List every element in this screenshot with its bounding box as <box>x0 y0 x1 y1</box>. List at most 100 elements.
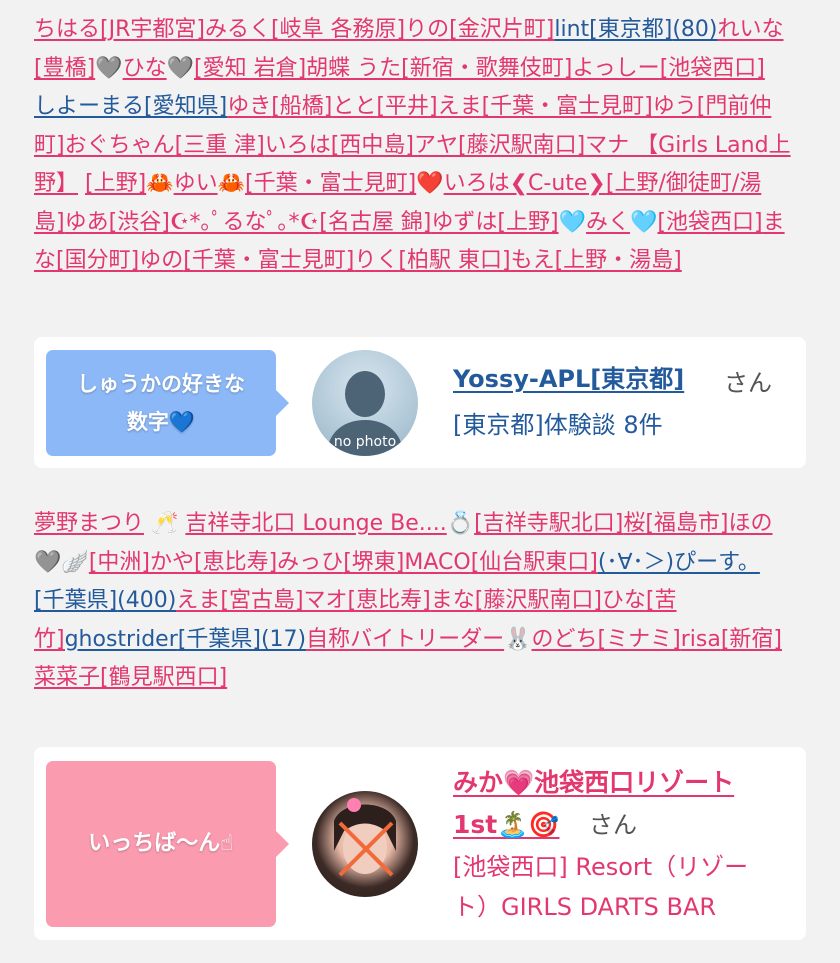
cast-name-link[interactable]: マオ <box>304 588 348 613</box>
cast-name-link[interactable]: MACO <box>404 550 470 575</box>
cast-name-link[interactable]: とと <box>332 94 376 119</box>
area-link[interactable]: [愛知 岩倉] <box>194 56 306 81</box>
review-card-2[interactable]: いっちば〜ん☝ みか💗池袋西口リゾート 1st🏝️🎯 さん [池袋西口] Res… <box>34 747 806 940</box>
cast-name-link[interactable]: 夢野まつり <box>34 511 144 536</box>
cast-name-link[interactable]: ひな <box>602 588 646 613</box>
cast-name-link[interactable]: れいな <box>717 17 783 42</box>
user-name-link[interactable]: (･∀･＞)ぴーす。 <box>598 550 760 575</box>
area-link[interactable]: [千葉・富士見町] <box>183 248 354 273</box>
user-name-link[interactable]: しよーまる <box>34 94 144 119</box>
cast-name-link[interactable]: みっひ <box>277 550 343 575</box>
area-link[interactable]: [福島市] <box>645 511 728 536</box>
area-link[interactable]: [愛知県] <box>144 94 227 119</box>
shop-name-link[interactable]: 吉祥寺北口 Lounge Be.... <box>185 511 446 536</box>
area-link[interactable]: [千葉県] <box>34 588 117 613</box>
area-link[interactable]: [三重 津] <box>175 133 265 158</box>
area-link[interactable]: [西中島] <box>331 133 414 158</box>
cast-name-link[interactable]: ゆあ <box>65 210 109 235</box>
cast-name-line-1[interactable]: みか💗池袋西口リゾート <box>453 768 734 797</box>
area-link[interactable]: [仙台駅東口] <box>471 550 598 575</box>
cast-name-link[interactable]: えま <box>438 94 482 119</box>
area-link[interactable]: [千葉・富士見町] <box>482 94 653 119</box>
area-link[interactable]: [船橋] <box>271 94 332 119</box>
cast-name-link[interactable]: アヤ <box>414 133 458 158</box>
cast-name-link[interactable]: のどち <box>532 627 598 652</box>
review-count-link[interactable]: (80) <box>672 17 717 42</box>
area-link[interactable]: [池袋西口] <box>657 210 762 235</box>
area-link[interactable]: [JR宇都宮] <box>100 17 205 42</box>
shop-desc-line-1[interactable]: [池袋西口] Resort（リゾー <box>453 853 748 881</box>
cast-name-link[interactable]: いろは❮C-ute❯ <box>444 171 606 196</box>
reviewer-name[interactable]: Yossy-APL[東京都] <box>453 365 684 393</box>
cast-name-link[interactable]: まな <box>431 588 475 613</box>
cast-name-link[interactable]: ほの <box>729 511 773 536</box>
cast-name-link[interactable]: ちはる <box>34 17 100 42</box>
area-link[interactable]: [恵比寿] <box>348 588 431 613</box>
area-link[interactable]: [渋谷] <box>109 210 170 235</box>
avatar-no-photo[interactable]: no photo <box>312 350 418 456</box>
area-link[interactable]: [平井] <box>376 94 437 119</box>
area-link[interactable]: [上野・湯島] <box>555 248 682 273</box>
area-link[interactable]: [藤沢駅南口] <box>475 588 602 613</box>
area-link[interactable]: [鶴見駅西口] <box>100 665 227 690</box>
cast-name-link[interactable]: えま <box>176 588 220 613</box>
area-link[interactable]: [堺東] <box>343 550 404 575</box>
user-name-link[interactable]: lint <box>554 17 589 42</box>
review-card-1[interactable]: しゅうかの好きな 数字💙 no photo Yossy-APL[東京都] さん … <box>34 337 806 468</box>
user-name-link[interactable]: ghostrider <box>65 627 178 652</box>
cast-name-link[interactable]: よっしー <box>572 56 659 81</box>
cast-name-link[interactable]: ひな <box>123 56 167 81</box>
area-link[interactable]: 島] <box>34 210 65 235</box>
area-link[interactable]: [柏駅 東口] <box>398 248 510 273</box>
cast-name-line-2[interactable]: 1st🏝️🎯 <box>453 810 559 839</box>
area-link[interactable]: [岐阜 各務原] <box>271 17 405 42</box>
cast-name-link[interactable]: りく <box>354 248 398 273</box>
area-link[interactable]: [新宿] <box>721 627 782 652</box>
cast-name-link[interactable]: 野】 <box>34 171 78 196</box>
area-link[interactable]: 町] <box>34 133 65 158</box>
area-link[interactable]: [ミナミ] <box>598 627 681 652</box>
area-link[interactable]: [千葉・富士見町] <box>245 171 416 196</box>
area-link[interactable]: 竹] <box>34 627 65 652</box>
area-link[interactable]: [上野/御徒町/湯 <box>606 171 761 196</box>
area-link[interactable]: [名古屋 錦] <box>319 210 431 235</box>
cast-name-link[interactable]: ま <box>763 210 785 235</box>
review-count-link[interactable]: (17) <box>261 627 306 652</box>
reviewer-desc[interactable]: [東京都]体験談 8件 <box>453 405 663 445</box>
cast-name-link[interactable]: な <box>34 248 56 273</box>
cast-name-link[interactable]: もえ <box>511 248 555 273</box>
area-link[interactable]: [上野] <box>85 171 146 196</box>
area-link[interactable]: [吉祥寺駅北口] <box>474 511 623 536</box>
area-link[interactable]: [門前仲 <box>697 94 772 119</box>
cast-name-link[interactable]: 自称バイトリーダー <box>306 627 504 652</box>
cast-name-link[interactable]: 桜 <box>623 511 645 536</box>
area-link[interactable]: [中洲] <box>89 550 150 575</box>
area-link[interactable]: [千葉県] <box>178 627 261 652</box>
avatar-cast-photo[interactable] <box>312 791 418 897</box>
cast-name-link[interactable]: ゆい <box>174 171 218 196</box>
cast-name-link[interactable]: いろは <box>265 133 331 158</box>
reviewer-name-link[interactable]: Yossy-APL[東京都] <box>453 359 684 394</box>
shop-desc-line-2[interactable]: ト）GIRLS DARTS BAR <box>453 893 716 921</box>
area-link[interactable]: [豊橋] <box>34 56 95 81</box>
cast-name-link[interactable]: おぐちゃん <box>65 133 175 158</box>
cast-name-link[interactable]: かや <box>150 550 194 575</box>
cast-name-link[interactable]: ゆずは <box>431 210 497 235</box>
cast-name-link[interactable]: ゆう <box>653 94 697 119</box>
cast-name-link[interactable]: 菜菜子 <box>34 665 100 690</box>
cast-name-link[interactable]: マナ 【Girls Land上 <box>585 133 790 158</box>
shop-desc[interactable]: [池袋西口] Resort（リゾー ト）GIRLS DARTS BAR <box>453 847 748 927</box>
area-link[interactable]: [金沢片町] <box>449 17 554 42</box>
area-link[interactable]: [上野] <box>497 210 558 235</box>
cast-name-link[interactable]: 胡蝶 うた <box>306 56 401 81</box>
cast-name-link[interactable]: ☪︎*｡ﾟるなﾟ｡*☪︎ <box>170 210 319 235</box>
cast-name-link[interactable]: risa <box>681 627 721 652</box>
cast-name-link[interactable]: ゆき <box>227 94 271 119</box>
cast-name-link[interactable]: ゆの <box>139 248 183 273</box>
review-count-link[interactable]: (400) <box>117 588 176 613</box>
area-link[interactable]: [苦 <box>646 588 677 613</box>
area-link[interactable]: [池袋西口] <box>660 56 765 81</box>
cast-name-link[interactable]: りの <box>405 17 449 42</box>
area-link[interactable]: [藤沢駅南口] <box>458 133 585 158</box>
area-link[interactable]: [宮古島] <box>220 588 303 613</box>
